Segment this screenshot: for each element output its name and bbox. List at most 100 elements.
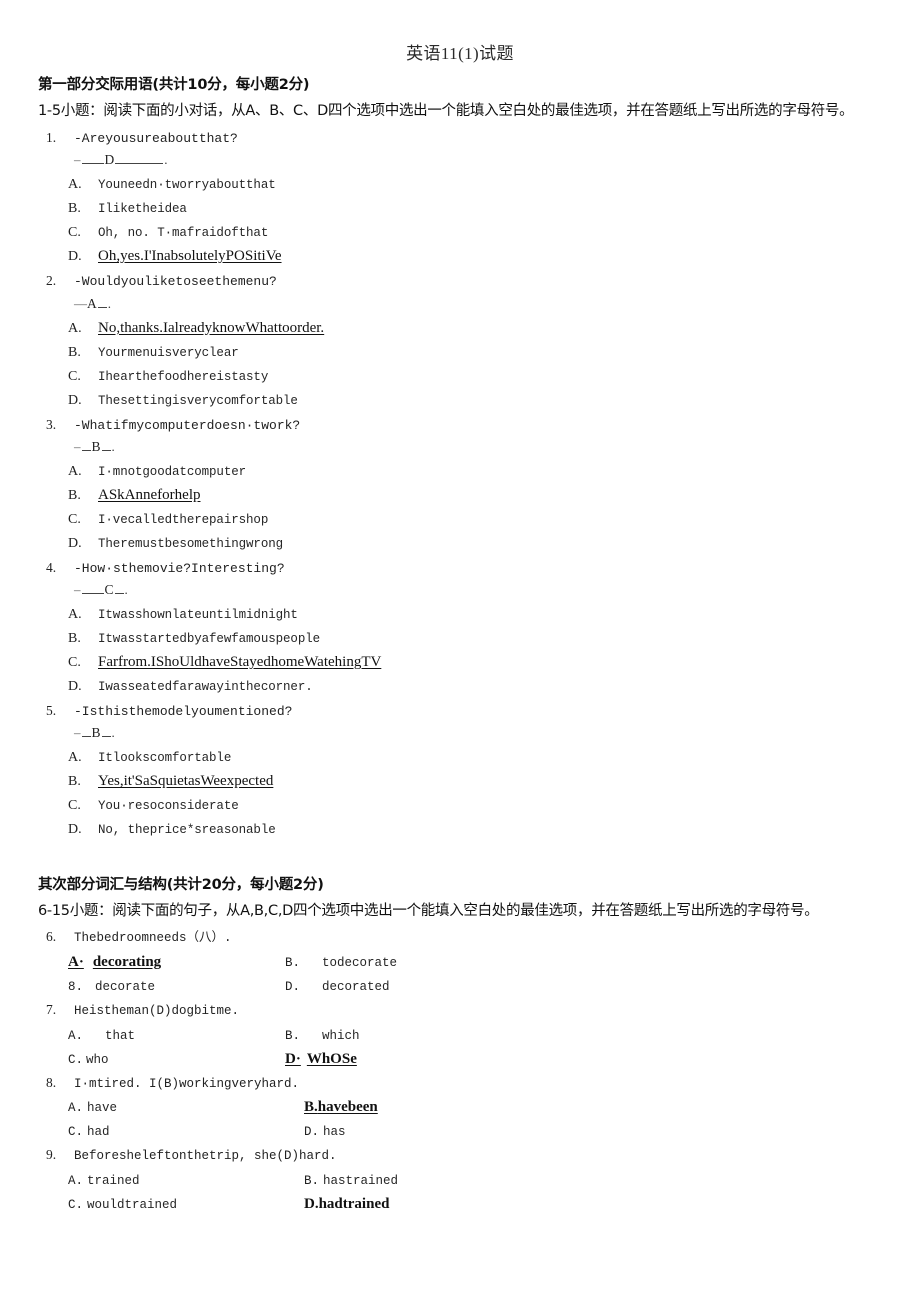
question-4-answer-line[interactable]: – C. bbox=[74, 581, 920, 599]
question-1-option-b[interactable]: B. Iliketheidea bbox=[68, 199, 920, 217]
question-2-stem: 2. -Wouldyouliketoseethemenu? bbox=[46, 273, 920, 290]
question-6-row-2: 8. decorate D. decorated bbox=[68, 976, 920, 995]
exam-page: 英语11(1)试题 第一部分交际用语(共计10分，每小题2分) 1-5小题：阅读… bbox=[0, 0, 920, 1301]
option-text: wouldtrained bbox=[87, 1197, 178, 1212]
option-letter: D. bbox=[304, 1195, 319, 1212]
option-letter: A· bbox=[68, 953, 84, 970]
option-letter: B. bbox=[304, 1173, 320, 1188]
question-2-option-a[interactable]: A. No,thanks.IalreadyknowWhattoorder. bbox=[68, 319, 920, 337]
option-letter: B. bbox=[68, 344, 81, 360]
option-text: decorate bbox=[95, 979, 156, 994]
option-text: hastrained bbox=[323, 1173, 399, 1188]
option-letter: D. bbox=[68, 822, 82, 838]
option-letter: D. bbox=[285, 979, 301, 994]
answer-blank-right bbox=[115, 152, 164, 165]
option-text: WhOSe bbox=[306, 1050, 357, 1067]
part1-instruction: 1-5小题：阅读下面的小对话，从A、B、C、D四个选项中选出一个能填入空白处的最… bbox=[38, 103, 854, 119]
question-7-row-2: C. who D· WhOSe bbox=[68, 1049, 920, 1068]
question-3-answer-line[interactable]: – B. bbox=[74, 438, 920, 456]
option-text: Thesettingisverycomfortable bbox=[98, 393, 298, 408]
option-letter: B. bbox=[304, 1099, 318, 1116]
question-9-option-b[interactable]: B. hastrained bbox=[285, 1170, 398, 1191]
question-1-option-d[interactable]: D. Oh,yes.I'InabsolutelyPOSitiVe bbox=[68, 247, 920, 265]
question-8-option-a[interactable]: A. have bbox=[68, 1097, 285, 1118]
option-text: Iliketheidea bbox=[98, 202, 187, 217]
question-7-option-d[interactable]: D· WhOSe bbox=[285, 1049, 357, 1069]
option-text: Theremustbesomethingwrong bbox=[98, 536, 284, 551]
option-text: I·mnotgoodatcomputer bbox=[98, 464, 247, 479]
question-4: 4. -How·sthemovie?Interesting? – C. A. Itwa… bbox=[0, 560, 920, 695]
question-4-number: 4. bbox=[46, 559, 57, 575]
question-8-option-c[interactable]: C. had bbox=[68, 1121, 285, 1142]
question-6-stem-text: Thebedroomneeds（八）. bbox=[74, 931, 232, 946]
question-3-option-c[interactable]: C. I·vecalledtherepairshop bbox=[68, 510, 920, 528]
question-2-stem-text: -Wouldyouliketoseethemenu? bbox=[74, 274, 277, 290]
question-7-option-a[interactable]: A. that bbox=[68, 1025, 285, 1046]
period-mark: . bbox=[124, 582, 128, 598]
question-6-option-c[interactable]: 8. decorate bbox=[68, 976, 285, 997]
question-1-answer-line[interactable]: – D. bbox=[74, 151, 920, 169]
question-4-option-a[interactable]: A. Itwasshownlateuntilmidnight bbox=[68, 605, 920, 623]
question-6-option-a[interactable]: A· decorating bbox=[68, 952, 285, 972]
question-8-option-d[interactable]: D. has bbox=[285, 1121, 346, 1142]
question-2-number: 2. bbox=[46, 273, 57, 289]
question-6-option-b[interactable]: B. todecorate bbox=[285, 952, 397, 973]
question-3-option-b[interactable]: B. ASkAnneforhelp bbox=[68, 486, 920, 504]
question-2-answer-line[interactable]: ––A. bbox=[74, 295, 920, 313]
question-9-stem: 9. Beforesheleftonthetrip, she(D)hard. bbox=[46, 1147, 920, 1165]
question-4-option-c[interactable]: C. Farfrom.IShoUldhaveStayedhomeWatehingT… bbox=[68, 653, 920, 671]
question-4-option-b[interactable]: B. Itwasstartedbyafewfamouspeople bbox=[68, 629, 920, 647]
option-letter: B. bbox=[68, 774, 81, 790]
option-letter: D. bbox=[68, 249, 82, 265]
question-5-answer-line[interactable]: – B. bbox=[74, 724, 920, 742]
option-letter: A. bbox=[68, 177, 82, 193]
option-letter: C. bbox=[68, 225, 81, 241]
question-4-stem-text: -How·sthemovie?Interesting? bbox=[74, 560, 285, 576]
question-7-option-c[interactable]: C. who bbox=[68, 1049, 285, 1070]
page-title: 英语11(1)试题 bbox=[406, 44, 514, 63]
answer-blank-right bbox=[114, 582, 124, 595]
question-5-option-c[interactable]: C. You·resoconsiderate bbox=[68, 796, 920, 814]
question-8-option-b[interactable]: B.havebeen bbox=[285, 1097, 378, 1117]
question-1-number: 1. bbox=[46, 130, 57, 146]
question-7-row-1: A. that B. which bbox=[68, 1025, 920, 1044]
option-text: trained bbox=[87, 1173, 140, 1188]
option-letter: A. bbox=[68, 607, 82, 623]
option-text: hadtrained bbox=[318, 1195, 390, 1212]
question-2-option-b[interactable]: B. Yourmenuisveryclear bbox=[68, 343, 920, 361]
option-text: No, theprice*sreasonable bbox=[98, 823, 276, 838]
question-6-row-1: A· decorating B. todecorate bbox=[68, 952, 920, 971]
dash-mark: – bbox=[74, 582, 81, 598]
question-4-option-d[interactable]: D. Iwasseatedfarawayinthecorner. bbox=[68, 677, 920, 695]
question-9-stem-text: Beforesheleftonthetrip, she(D)hard. bbox=[74, 1149, 337, 1164]
option-text: which bbox=[322, 1028, 360, 1043]
question-9-option-d[interactable]: D.hadtrained bbox=[285, 1194, 389, 1214]
question-2-option-d[interactable]: D. Thesettingisverycomfortable bbox=[68, 391, 920, 409]
period-mark: . bbox=[107, 295, 111, 311]
option-text: Oh, no. T·mafraidofthat bbox=[98, 226, 269, 241]
option-text: todecorate bbox=[322, 955, 398, 970]
option-letter: D· bbox=[285, 1050, 301, 1067]
question-2-option-c[interactable]: C. Ihearthefoodhereistasty bbox=[68, 367, 920, 385]
question-5-number: 5. bbox=[46, 703, 57, 719]
question-9-option-c[interactable]: C. wouldtrained bbox=[68, 1194, 285, 1215]
option-letter: C. bbox=[68, 511, 81, 527]
question-5-option-d[interactable]: D. No, theprice*sreasonable bbox=[68, 820, 920, 838]
question-3-option-a[interactable]: A. I·mnotgoodatcomputer bbox=[68, 462, 920, 480]
question-6-option-d[interactable]: D. decorated bbox=[285, 976, 390, 997]
question-1-option-a[interactable]: A. Youneedn·tworryaboutthat bbox=[68, 175, 920, 193]
option-letter: C. bbox=[68, 1197, 84, 1212]
question-9-row-2: C. wouldtrained D.hadtrained bbox=[68, 1194, 920, 1213]
question-3-option-d[interactable]: D. Theremustbesomethingwrong bbox=[68, 534, 920, 552]
question-5-option-a[interactable]: A. Itlookscomfortable bbox=[68, 748, 920, 766]
question-9-option-a[interactable]: A. trained bbox=[68, 1170, 285, 1191]
question-3-number: 3. bbox=[46, 416, 57, 432]
question-5-stem: 5. -Isthisthemodelyoumentioned? bbox=[46, 703, 920, 720]
option-text: decorated bbox=[322, 979, 390, 994]
option-text: Iwasseatedfarawayinthecorner. bbox=[98, 680, 313, 695]
question-7-option-b[interactable]: B. which bbox=[285, 1025, 360, 1046]
question-5-option-b[interactable]: B. Yes,it'SaSquietasWeexpected bbox=[68, 772, 920, 790]
question-1-option-c[interactable]: C. Oh, no. T·mafraidofthat bbox=[68, 223, 920, 241]
option-letter: 8. bbox=[68, 979, 84, 994]
